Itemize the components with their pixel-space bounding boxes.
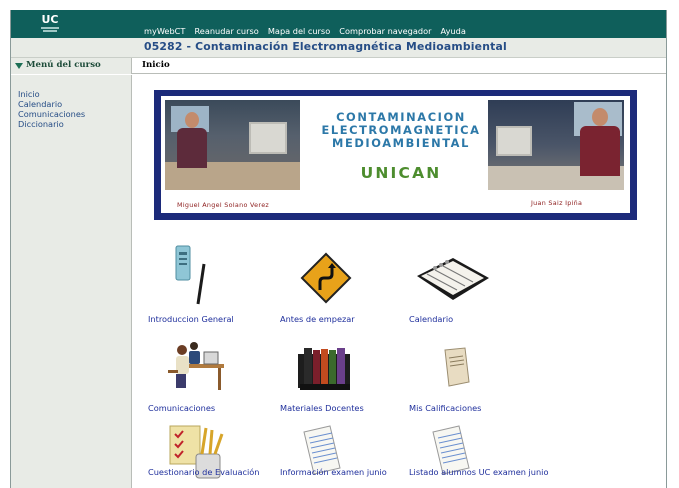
nav-course-map[interactable]: Mapa del curso xyxy=(268,26,330,36)
nav-help[interactable]: Ayuda xyxy=(441,26,466,36)
banner-caption-left: Miguel Angel Solano Verez xyxy=(177,201,270,209)
people-at-desk-icon xyxy=(168,342,224,390)
menu-item-calendario[interactable]: Calendario xyxy=(18,99,131,109)
thermometer-pen-icon xyxy=(175,245,206,305)
triangle-down-icon xyxy=(15,63,23,69)
top-nav-links: myWebCT Reanudar curso Mapa del curso Co… xyxy=(144,19,470,38)
photo-left xyxy=(165,100,300,190)
menu-item-comunicaciones[interactable]: Comunicaciones xyxy=(18,109,131,119)
webct-window: UC myWebCT Reanudar curso Mapa del curso… xyxy=(10,10,667,488)
course-menu-toggle[interactable]: Menú del curso xyxy=(11,58,132,74)
menu-item-diccionario[interactable]: Diccionario xyxy=(18,119,131,129)
photo-right xyxy=(488,100,624,190)
grade-booklet-icon xyxy=(444,347,470,387)
book-binders-icon xyxy=(298,348,350,390)
banner-subtitle: UNICAN xyxy=(360,164,442,182)
uc-logo: UC xyxy=(39,14,61,32)
planner-icon xyxy=(417,258,489,300)
course-title: 05282 - Contaminación Electromagnética M… xyxy=(144,40,507,53)
course-banner: CONTAMINACION ELECTROMAGNETICA MEDIOAMBI… xyxy=(154,90,637,220)
course-title-bar: 05282 - Contaminación Electromagnética M… xyxy=(11,38,666,58)
banner-caption-right: Juan Saiz Ipiña xyxy=(531,199,583,207)
top-navigation-bar: UC myWebCT Reanudar curso Mapa del curso… xyxy=(11,10,666,38)
nav-check-browser[interactable]: Comprobar navegador xyxy=(339,26,431,36)
banner-title: CONTAMINACION ELECTROMAGNETICA MEDIOAMBI… xyxy=(321,110,481,150)
nav-mywebct[interactable]: myWebCT xyxy=(144,26,185,36)
winding-road-sign-icon xyxy=(300,252,352,304)
breadcrumb: Inicio xyxy=(142,60,170,70)
course-menu-sidebar: Inicio Calendario Comunicaciones Diccion… xyxy=(11,75,132,488)
menu-header-bar: Menú del curso Inicio xyxy=(11,58,666,74)
logo-text: UC xyxy=(41,13,59,26)
course-menu-title: Menú del curso xyxy=(26,60,101,70)
nav-resume-course[interactable]: Reanudar curso xyxy=(194,26,258,36)
menu-item-inicio[interactable]: Inicio xyxy=(18,89,131,99)
